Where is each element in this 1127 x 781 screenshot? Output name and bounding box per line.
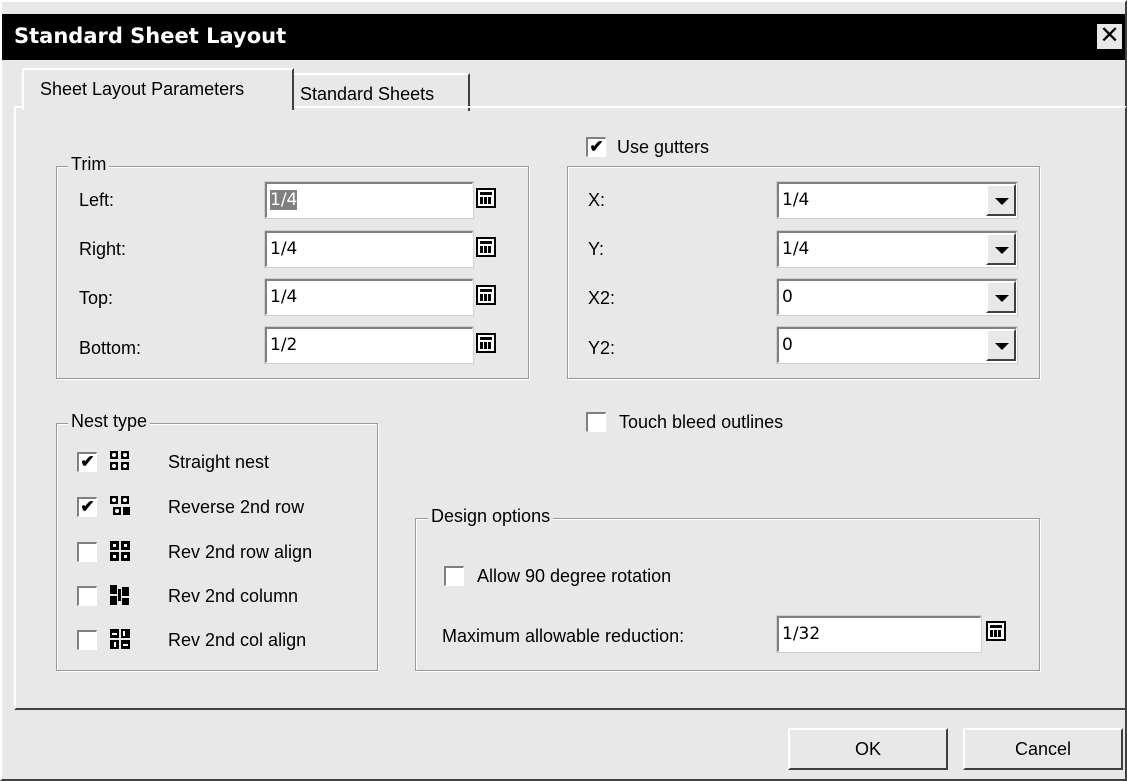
touch-bleed-label: Touch bleed outlines: [619, 412, 784, 432]
calculator-icon[interactable]: [476, 333, 496, 353]
max-reduction-value: 1/32: [782, 624, 821, 644]
tab-sheet-layout-parameters[interactable]: Sheet Layout Parameters: [22, 68, 294, 110]
rev-2nd-col-align-icon: [110, 629, 130, 649]
dialog-window: Standard Sheet Layout ✕ Standard Sheets …: [0, 0, 1127, 781]
gutter-x2-label: X2:: [588, 288, 616, 308]
gutter-x2-value: 0: [782, 287, 793, 307]
chevron-down-icon[interactable]: [986, 184, 1016, 216]
chevron-down-icon[interactable]: [986, 233, 1016, 265]
gutter-x-dropdown[interactable]: 1/4: [776, 181, 1018, 219]
gutter-y-dropdown[interactable]: 1/4: [776, 230, 1018, 268]
straight-nest-label: Straight nest: [168, 452, 270, 472]
trim-bottom-label: Bottom:: [79, 338, 142, 358]
reverse-2nd-row-checkbox[interactable]: ✔: [77, 497, 97, 517]
trim-top-label: Top:: [79, 288, 114, 308]
rev-2nd-row-align-icon: [110, 541, 130, 561]
calculator-icon[interactable]: [476, 188, 496, 208]
rev-2nd-column-checkbox[interactable]: [77, 586, 97, 606]
max-reduction-label: Maximum allowable reduction:: [442, 626, 685, 646]
straight-nest-checkbox[interactable]: ✔: [77, 452, 97, 472]
trim-right-label: Right:: [79, 239, 127, 259]
design-options-legend: Design options: [428, 506, 554, 527]
chevron-down-icon[interactable]: [986, 281, 1016, 313]
max-reduction-input[interactable]: 1/32: [776, 615, 982, 653]
trim-right-input[interactable]: 1/4: [264, 230, 474, 268]
calculator-icon[interactable]: [476, 237, 496, 257]
calculator-icon[interactable]: [476, 285, 496, 305]
rev-2nd-row-align-label: Rev 2nd row align: [168, 542, 313, 562]
rev-2nd-column-icon: [110, 585, 129, 605]
trim-right-value: 1/4: [270, 239, 298, 259]
gutter-y2-dropdown[interactable]: 0: [776, 326, 1018, 364]
close-button[interactable]: ✕: [1096, 23, 1123, 50]
gutter-y-value: 1/4: [782, 239, 810, 259]
dialog-title: Standard Sheet Layout: [14, 24, 287, 48]
rotation-checkbox[interactable]: [444, 566, 464, 586]
rev-2nd-col-align-label: Rev 2nd col align: [168, 630, 307, 650]
tab-label: Standard Sheets: [300, 84, 435, 104]
reverse-2nd-row-label: Reverse 2nd row: [168, 497, 305, 517]
gutter-x-value: 1/4: [782, 190, 810, 210]
gutter-y2-value: 0: [782, 335, 793, 355]
nest-type-legend: Nest type: [68, 411, 151, 432]
straight-nest-icon: [110, 451, 129, 470]
chevron-down-icon[interactable]: [986, 329, 1016, 361]
trim-bottom-value: 1/2: [270, 335, 298, 355]
use-gutters-label: Use gutters: [617, 137, 710, 157]
gutter-y-label: Y:: [588, 239, 605, 259]
tab-label: Sheet Layout Parameters: [40, 79, 245, 99]
trim-top-input[interactable]: 1/4: [264, 278, 474, 316]
calculator-icon[interactable]: [986, 621, 1006, 641]
gutter-y2-label: Y2:: [588, 338, 616, 358]
trim-top-value: 1/4: [270, 287, 298, 307]
ok-button[interactable]: OK: [788, 728, 948, 770]
use-gutters-row: ✔ Use gutters: [580, 135, 736, 163]
trim-bottom-input[interactable]: 1/2: [264, 326, 474, 364]
rev-2nd-col-align-checkbox[interactable]: [77, 630, 97, 650]
rev-2nd-column-label: Rev 2nd column: [168, 586, 299, 606]
trim-left-value: 1/4: [270, 190, 298, 210]
use-gutters-checkbox[interactable]: ✔: [586, 137, 606, 157]
reverse-2nd-row-icon: [110, 496, 130, 515]
rotation-label: Allow 90 degree rotation: [477, 566, 672, 586]
gutter-x-label: X:: [588, 190, 606, 210]
trim-left-input[interactable]: 1/4: [264, 181, 474, 219]
trim-left-label: Left:: [79, 190, 115, 210]
touch-bleed-checkbox[interactable]: [586, 412, 606, 432]
gutter-x2-dropdown[interactable]: 0: [776, 278, 1018, 316]
trim-legend: Trim: [68, 154, 110, 175]
rev-2nd-row-align-checkbox[interactable]: [77, 542, 97, 562]
cancel-button[interactable]: Cancel: [963, 728, 1123, 770]
